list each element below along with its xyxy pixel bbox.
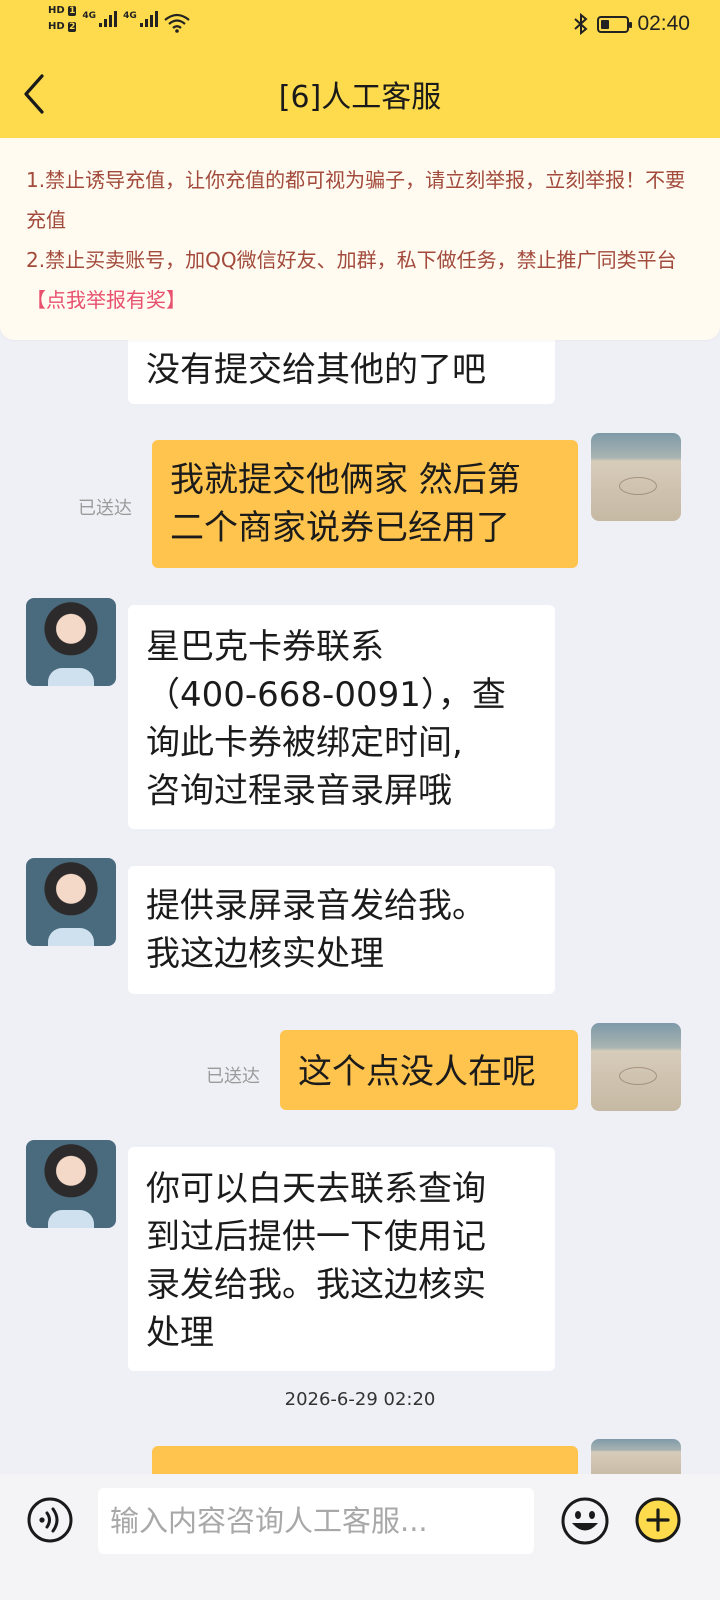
- user-message-bubble: 这个点没人在呢: [280, 1030, 578, 1110]
- message-line: 我就提交他俩家 然后第: [170, 460, 521, 500]
- message-line: 处理: [146, 1313, 214, 1353]
- message-line: 提供录屏录音发给我。: [146, 886, 486, 926]
- phone-number-line[interactable]: （400-668-0091），查: [146, 671, 537, 719]
- message-text: 没有提交给其他的了吧: [146, 350, 486, 390]
- message-line: 咨询过程录音录屏哦: [146, 771, 452, 811]
- agent-message-bubble: 提供录屏录音发给我。 我这边核实处理: [128, 866, 555, 994]
- user-avatar[interactable]: [591, 433, 681, 521]
- message-line: 到过后提供一下使用记: [146, 1217, 486, 1257]
- voice-icon[interactable]: [26, 1496, 74, 1544]
- message-line: 你可以白天去联系查询: [146, 1169, 486, 1209]
- agent-avatar[interactable]: [26, 858, 116, 946]
- clock: 02:40: [637, 12, 690, 35]
- battery-level: [601, 19, 610, 29]
- user-avatar[interactable]: [591, 1439, 681, 1479]
- hd-indicator-2: HD 2: [48, 21, 77, 32]
- status-left: HD 1 HD 2 4G 4G: [48, 5, 190, 33]
- plus-icon[interactable]: [634, 1496, 682, 1544]
- smiley-icon[interactable]: [560, 1496, 610, 1546]
- message-line: 星巴克卡券联系: [146, 627, 384, 667]
- agent-message-bubble: 你可以白天去联系查询 到过后提供一下使用记 录发给我。我这边核实 处理: [128, 1147, 555, 1371]
- agent-avatar[interactable]: [26, 1140, 116, 1228]
- signal-icon-sim2: 4G: [123, 11, 158, 27]
- signal-icon-sim1: 4G: [82, 11, 118, 27]
- message-line: 二个商家说券已经用了: [170, 508, 510, 548]
- hd-indicators: HD 1 HD 2: [48, 5, 77, 33]
- input-bar: [0, 1474, 720, 1600]
- user-avatar[interactable]: [591, 1023, 681, 1111]
- message-timestamp: 2026-6-29 02:20: [284, 1389, 436, 1410]
- message-line: 录发给我。我这边核实: [146, 1265, 486, 1305]
- agent-message-bubble: 星巴克卡券联系 （400-668-0091），查 询此卡券被绑定时间, 咨询过程…: [128, 605, 555, 829]
- status-bar: HD 1 HD 2 4G 4G 02:40: [0, 0, 720, 50]
- notice-line-2: 2.禁止买卖账号，加QQ微信好友、加群，私下做任务，禁止推广同类平台【点我举报有…: [26, 248, 677, 312]
- nav-bar: [6]人工客服: [0, 50, 720, 138]
- bluetooth-icon: [574, 12, 588, 36]
- notice-line-1: 1.禁止诱导充值，让你充值的都可视为骗子，请立刻举报，立刻举报！不要充值: [26, 168, 686, 232]
- message-text: 这个点没人在呢: [298, 1052, 536, 1092]
- delivered-status: 已送达: [78, 498, 132, 519]
- message-line: 我这边核实处理: [146, 934, 384, 974]
- battery-icon: [597, 15, 633, 33]
- message-line: 询此卡券被绑定时间,: [146, 723, 463, 763]
- wifi-icon: [164, 13, 190, 33]
- user-message-bubble: 我就提交他俩家 然后第 二个商家说券已经用了: [152, 440, 578, 568]
- agent-avatar[interactable]: [26, 598, 116, 686]
- report-link[interactable]: 【点我举报有奖】: [26, 288, 186, 312]
- notice-banner: 1.禁止诱导充值，让你充值的都可视为骗子，请立刻举报，立刻举报！不要充值 2.禁…: [0, 138, 720, 340]
- status-right: 02:40: [573, 12, 690, 36]
- page-title: [6]人工客服: [278, 80, 442, 115]
- message-input[interactable]: [98, 1488, 534, 1554]
- hd-indicator-1: HD 1: [48, 5, 77, 16]
- delivered-status: 已送达: [206, 1066, 260, 1087]
